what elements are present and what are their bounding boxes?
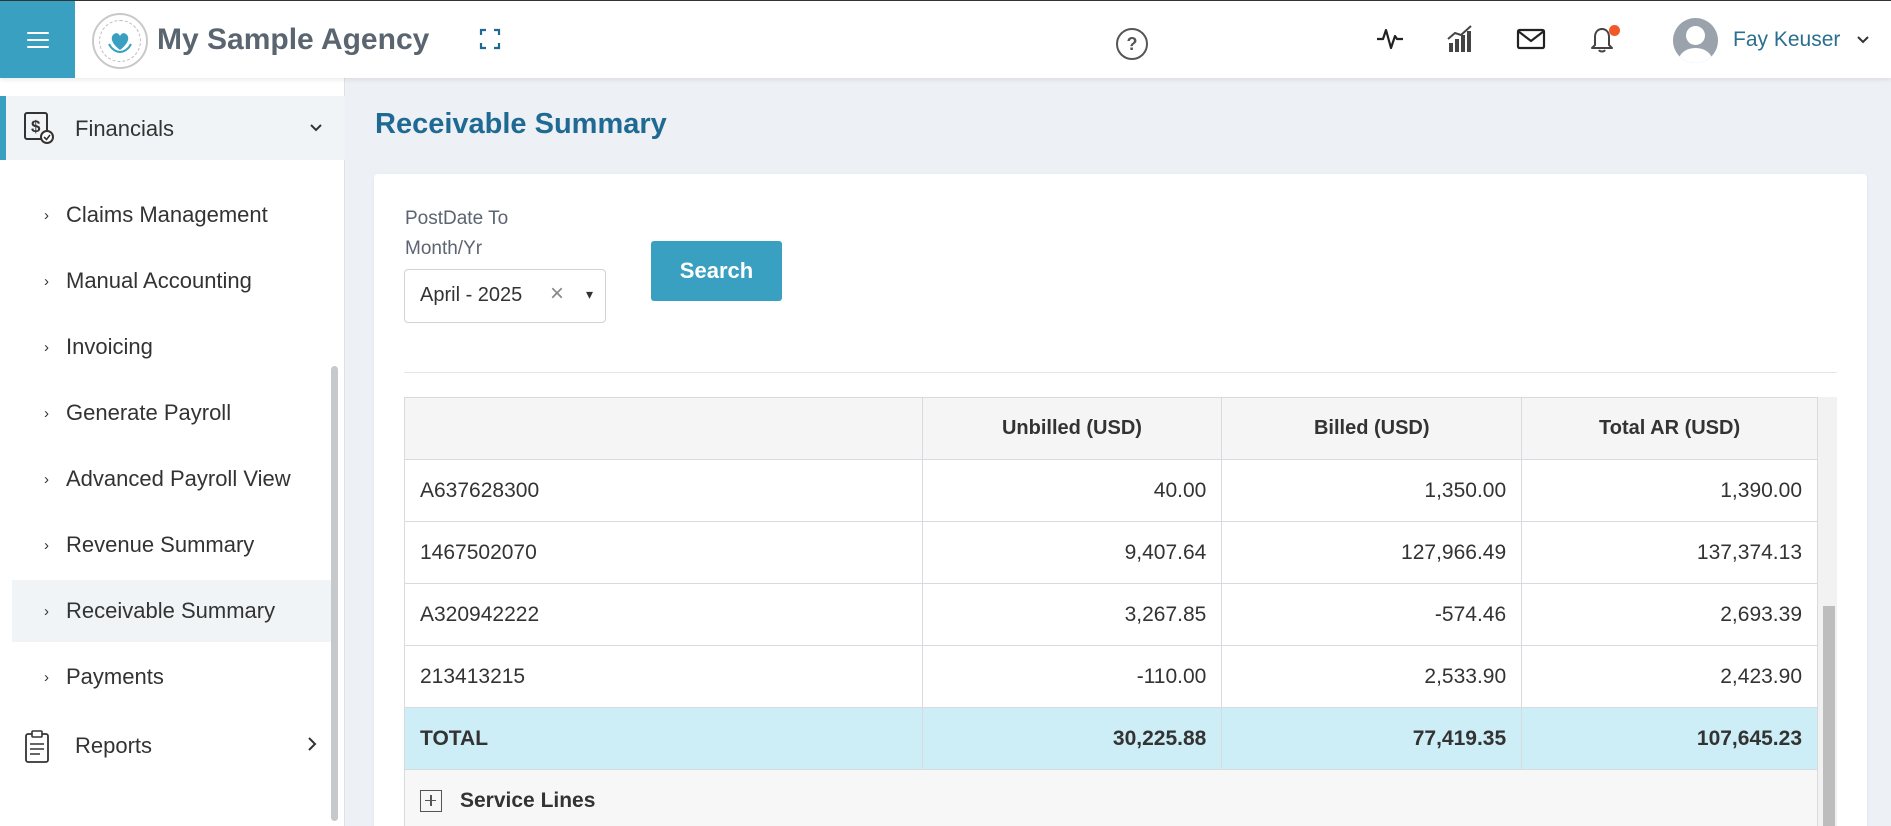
notification-dot bbox=[1609, 25, 1620, 36]
filter-card: PostDate To Month/Yr April - 2025 × ▾ Se… bbox=[374, 174, 1867, 826]
table-row: A320942222 3,267.85 -574.46 2,693.39 bbox=[404, 583, 1818, 646]
sidebar-section-financials[interactable]: $ Financials bbox=[0, 96, 345, 160]
clear-icon[interactable]: × bbox=[550, 280, 564, 308]
mail-icon[interactable] bbox=[1515, 23, 1547, 55]
sidebar-scrollbar[interactable] bbox=[331, 366, 338, 821]
svg-text:$: $ bbox=[31, 117, 41, 136]
clipboard-icon bbox=[25, 730, 49, 763]
billed-cell: 127,966.49 bbox=[1221, 521, 1523, 584]
chevron-right-icon bbox=[308, 737, 317, 751]
table-row: 213413215 -110.00 2,533.90 2,423.90 bbox=[404, 645, 1818, 708]
heart-hands-icon bbox=[108, 33, 132, 54]
receivable-table: Unbilled (USD) Billed (USD) Total AR (US… bbox=[404, 397, 1818, 826]
chevron-down-icon[interactable] bbox=[1856, 33, 1870, 47]
sidebar-item-manual-accounting[interactable]: › Manual Accounting bbox=[12, 250, 332, 312]
expand-plus-icon[interactable] bbox=[420, 789, 442, 812]
help-symbol: ? bbox=[1126, 33, 1138, 54]
column-header bbox=[404, 397, 923, 460]
total-ar-cell: 137,374.13 bbox=[1521, 521, 1818, 584]
sidebar-item-label: Generate Payroll bbox=[66, 400, 232, 425]
row-id: A320942222 bbox=[404, 583, 923, 646]
sidebar-item-claims-management[interactable]: › Claims Management bbox=[12, 184, 332, 246]
sidebar: $ Financials › Claims Management › Manua… bbox=[0, 78, 345, 826]
table-scrollbar-thumb[interactable] bbox=[1823, 606, 1835, 826]
chevron-right-icon: › bbox=[44, 338, 49, 356]
total-unbilled: 30,225.88 bbox=[921, 707, 1223, 770]
sidebar-item-receivable-summary[interactable]: › Receivable Summary bbox=[12, 580, 332, 642]
chevron-right-icon: › bbox=[44, 668, 49, 686]
selected-month-year: April - 2025 bbox=[420, 284, 523, 306]
row-id: 213413215 bbox=[404, 645, 923, 708]
financials-icon: $ bbox=[24, 112, 54, 144]
sidebar-item-label: Invoicing bbox=[66, 334, 153, 359]
total-ar-cell: 1,390.00 bbox=[1521, 459, 1818, 522]
financials-label: Financials bbox=[75, 116, 175, 141]
reports-label: Reports bbox=[75, 733, 153, 758]
agency-name: My Sample Agency bbox=[157, 23, 430, 56]
chevron-right-icon: › bbox=[44, 470, 49, 488]
unbilled-cell: -110.00 bbox=[921, 645, 1223, 708]
sidebar-item-payments[interactable]: › Payments bbox=[12, 646, 332, 708]
table-row: 1467502070 9,407.64 127,966.49 137,374.1… bbox=[404, 521, 1818, 584]
column-header[interactable]: Unbilled (USD) bbox=[921, 397, 1223, 460]
unbilled-cell: 40.00 bbox=[921, 459, 1223, 522]
chevron-right-icon: › bbox=[44, 206, 49, 224]
sidebar-item-invoicing[interactable]: › Invoicing bbox=[12, 316, 332, 378]
chevron-right-icon: › bbox=[44, 602, 49, 620]
chevron-right-icon: › bbox=[44, 536, 49, 554]
total-ar-cell: 2,423.90 bbox=[1521, 645, 1818, 708]
sidebar-item-generate-payroll[interactable]: › Generate Payroll bbox=[12, 382, 332, 444]
column-header[interactable]: Total AR (USD) bbox=[1521, 397, 1818, 460]
row-id: A637628300 bbox=[404, 459, 923, 522]
dropdown-arrow-icon[interactable]: ▾ bbox=[586, 286, 593, 303]
menu-toggle-button[interactable] bbox=[0, 1, 75, 78]
chevron-down-icon bbox=[310, 124, 322, 132]
total-row: TOTAL 30,225.88 77,419.35 107,645.23 bbox=[404, 707, 1818, 770]
total-ar: 107,645.23 bbox=[1521, 707, 1818, 770]
sidebar-item-revenue-summary[interactable]: › Revenue Summary bbox=[12, 514, 332, 576]
sidebar-item-label: Payments bbox=[66, 664, 164, 689]
page-title: Receivable Summary bbox=[375, 108, 667, 140]
sidebar-item-label: Revenue Summary bbox=[66, 532, 255, 557]
service-lines-row[interactable]: Service Lines bbox=[404, 769, 1818, 826]
chevron-right-icon: › bbox=[44, 272, 49, 290]
total-ar-cell: 2,693.39 bbox=[1521, 583, 1818, 646]
sidebar-item-label: Manual Accounting bbox=[66, 268, 252, 293]
billed-cell: 1,350.00 bbox=[1221, 459, 1523, 522]
column-header[interactable]: Billed (USD) bbox=[1221, 397, 1523, 460]
postdate-label: PostDate To Month/Yr bbox=[405, 208, 509, 259]
total-label: TOTAL bbox=[404, 707, 923, 770]
sidebar-item-advanced-payroll-view[interactable]: › Advanced Payroll View bbox=[12, 448, 332, 510]
agency-logo[interactable] bbox=[92, 13, 148, 69]
fullscreen-icon[interactable] bbox=[478, 27, 502, 51]
sidebar-item-label: Advanced Payroll View bbox=[66, 466, 291, 491]
total-billed: 77,419.35 bbox=[1221, 707, 1523, 770]
chart-icon[interactable] bbox=[1444, 23, 1476, 55]
user-name[interactable]: Fay Keuser bbox=[1733, 28, 1840, 52]
menu-icon bbox=[26, 31, 49, 48]
service-lines-label: Service Lines bbox=[460, 788, 596, 812]
billed-cell: 2,533.90 bbox=[1221, 645, 1523, 708]
chevron-right-icon: › bbox=[44, 404, 49, 422]
billed-cell: -574.46 bbox=[1221, 583, 1523, 646]
row-id: 1467502070 bbox=[404, 521, 923, 584]
sidebar-item-label: Receivable Summary bbox=[66, 598, 276, 623]
unbilled-cell: 3,267.85 bbox=[921, 583, 1223, 646]
help-icon[interactable]: ? bbox=[1116, 28, 1148, 60]
month-year-select[interactable]: April - 2025 × ▾ bbox=[404, 269, 606, 323]
sidebar-item-label: Claims Management bbox=[66, 202, 268, 227]
top-header: My Sample Agency ? Fay Keuser bbox=[0, 0, 1891, 78]
unbilled-cell: 9,407.64 bbox=[921, 521, 1223, 584]
user-avatar-icon[interactable] bbox=[1673, 18, 1718, 63]
activity-icon[interactable] bbox=[1374, 23, 1406, 55]
sidebar-section-reports[interactable]: Reports bbox=[0, 714, 345, 778]
table-header-row: Unbilled (USD) Billed (USD) Total AR (US… bbox=[404, 397, 1818, 460]
table-row: A637628300 40.00 1,350.00 1,390.00 bbox=[404, 459, 1818, 522]
divider bbox=[404, 372, 1837, 373]
search-button[interactable]: Search bbox=[651, 241, 782, 301]
